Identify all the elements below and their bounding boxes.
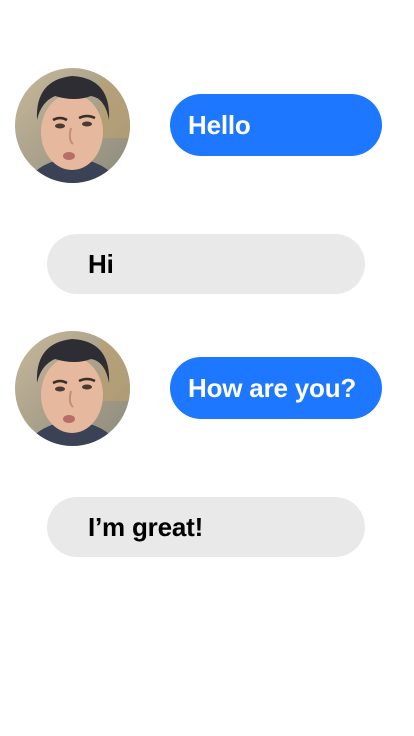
message-text: Hello [188,109,251,140]
contact-avatar[interactable] [15,68,130,183]
message-text: How are you? [188,372,357,403]
received-message-bubble[interactable]: I’m great! [47,497,365,557]
chat-thread: Hello Hi How are you? I’m great! [0,0,414,736]
user-avatar-icon [15,331,130,446]
sent-message-bubble[interactable]: How are you? [170,357,382,419]
received-message-bubble[interactable]: Hi [47,234,365,294]
contact-avatar[interactable] [15,331,130,446]
sent-message-bubble[interactable]: Hello [170,94,382,156]
user-avatar-icon [15,68,130,183]
message-text: I’m great! [88,511,204,542]
message-text: Hi [88,248,114,279]
